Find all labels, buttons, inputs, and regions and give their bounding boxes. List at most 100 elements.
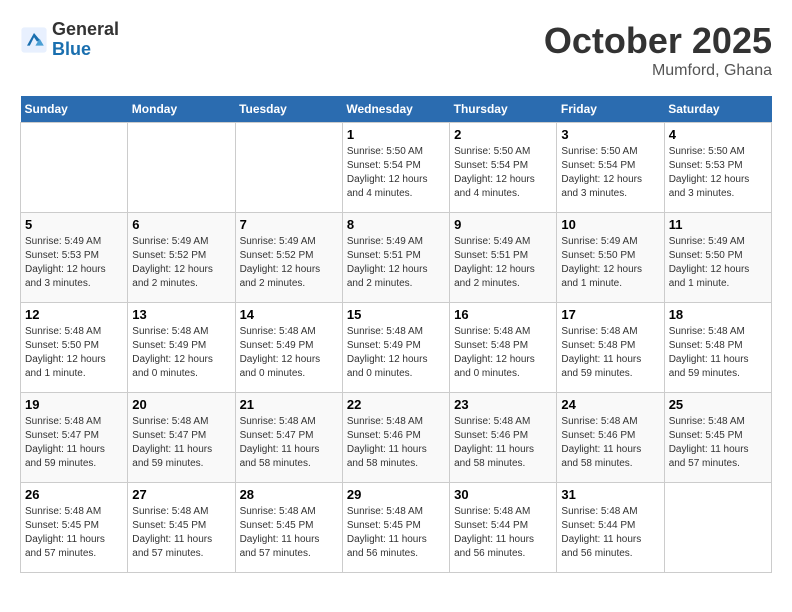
day-number: 7 (240, 217, 338, 232)
day-number: 8 (347, 217, 445, 232)
calendar-cell: 31Sunrise: 5:48 AM Sunset: 5:44 PM Dayli… (557, 483, 664, 573)
day-info: Sunrise: 5:49 AM Sunset: 5:50 PM Dayligh… (561, 235, 659, 291)
calendar-cell: 17 Sunrise: 5:48 AM Sunset: 5:48 PM Dayli… (557, 303, 664, 393)
calendar-cell: 2 Sunrise: 5:50 AM Sunset: 5:54 PM Daylig… (450, 123, 557, 213)
location: Mumford, Ghana (544, 62, 772, 80)
calendar-cell: 28 Sunrise: 5:48 AM Sunset: 5:45 PM Dayli… (235, 483, 342, 573)
day-info: Sunrise: 5:48 AM Sunset: 5:45 PM Dayligh… (347, 505, 445, 561)
day-info: Sunrise: 5:49 AM Sunset: 5:51 PM Dayligh… (347, 235, 445, 291)
day-info: Sunrise: 5:48 AM Sunset: 5:49 PM Dayligh… (240, 325, 338, 381)
calendar-week-2: 5Sunrise: 5:49 AM Sunset: 5:53 PM Daylig… (21, 213, 772, 303)
calendar-cell: 25 Sunrise: 5:48 AM Sunset: 5:45 PM Dayli… (664, 393, 771, 483)
header-monday: Monday (128, 96, 235, 123)
day-number: 18 (669, 307, 767, 322)
day-info: Sunrise: 5:48 AM Sunset: 5:47 PM Dayligh… (240, 415, 338, 471)
header-wednesday: Wednesday (342, 96, 449, 123)
day-number: 2 (454, 127, 552, 142)
day-info: Sunrise: 5:48 AM Sunset: 5:49 PM Dayligh… (347, 325, 445, 381)
logo-general-text: General (52, 20, 119, 40)
logo-blue-text: Blue (52, 40, 119, 60)
day-info: Sunrise: 5:48 AM Sunset: 5:50 PM Dayligh… (25, 325, 123, 381)
day-number: 9 (454, 217, 552, 232)
day-info: Sunrise: 5:48 AM Sunset: 5:45 PM Dayligh… (25, 505, 123, 561)
day-number: 16 (454, 307, 552, 322)
calendar-cell (664, 483, 771, 573)
calendar-week-3: 12 Sunrise: 5:48 AM Sunset: 5:50 PM Dayli… (21, 303, 772, 393)
calendar-cell: 5Sunrise: 5:49 AM Sunset: 5:53 PM Daylig… (21, 213, 128, 303)
day-info: Sunrise: 5:48 AM Sunset: 5:45 PM Dayligh… (132, 505, 230, 561)
day-info: Sunrise: 5:48 AM Sunset: 5:45 PM Dayligh… (669, 415, 767, 471)
calendar-cell: 8 Sunrise: 5:49 AM Sunset: 5:51 PM Daylig… (342, 213, 449, 303)
header-friday: Friday (557, 96, 664, 123)
day-number: 24 (561, 397, 659, 412)
calendar-cell: 18 Sunrise: 5:48 AM Sunset: 5:48 PM Dayli… (664, 303, 771, 393)
day-info: Sunrise: 5:48 AM Sunset: 5:46 PM Dayligh… (347, 415, 445, 471)
calendar-cell: 10 Sunrise: 5:49 AM Sunset: 5:50 PM Dayli… (557, 213, 664, 303)
calendar-week-1: 1 Sunrise: 5:50 AM Sunset: 5:54 PM Daylig… (21, 123, 772, 213)
calendar-week-4: 19 Sunrise: 5:48 AM Sunset: 5:47 PM Dayli… (21, 393, 772, 483)
header-thursday: Thursday (450, 96, 557, 123)
day-number: 10 (561, 217, 659, 232)
day-number: 19 (25, 397, 123, 412)
day-info: Sunrise: 5:48 AM Sunset: 5:48 PM Dayligh… (669, 325, 767, 381)
calendar-cell: 16 Sunrise: 5:48 AM Sunset: 5:48 PM Dayli… (450, 303, 557, 393)
logo: General Blue (20, 20, 119, 60)
day-number: 30 (454, 487, 552, 502)
day-number: 27 (132, 487, 230, 502)
day-number: 29 (347, 487, 445, 502)
day-info: Sunrise: 5:50 AM Sunset: 5:54 PM Dayligh… (347, 145, 445, 201)
day-info: Sunrise: 5:48 AM Sunset: 5:47 PM Dayligh… (25, 415, 123, 471)
calendar-cell (235, 123, 342, 213)
header-saturday: Saturday (664, 96, 771, 123)
calendar-cell: 14Sunrise: 5:48 AM Sunset: 5:49 PM Dayli… (235, 303, 342, 393)
calendar-cell: 24 Sunrise: 5:48 AM Sunset: 5:46 PM Dayli… (557, 393, 664, 483)
day-info: Sunrise: 5:48 AM Sunset: 5:45 PM Dayligh… (240, 505, 338, 561)
day-number: 23 (454, 397, 552, 412)
calendar-cell: 12 Sunrise: 5:48 AM Sunset: 5:50 PM Dayli… (21, 303, 128, 393)
header-tuesday: Tuesday (235, 96, 342, 123)
day-number: 11 (669, 217, 767, 232)
day-number: 28 (240, 487, 338, 502)
calendar-cell: 30 Sunrise: 5:48 AM Sunset: 5:44 PM Dayli… (450, 483, 557, 573)
calendar-cell: 13 Sunrise: 5:48 AM Sunset: 5:49 PM Dayli… (128, 303, 235, 393)
day-info: Sunrise: 5:48 AM Sunset: 5:46 PM Dayligh… (454, 415, 552, 471)
day-number: 4 (669, 127, 767, 142)
day-info: Sunrise: 5:48 AM Sunset: 5:46 PM Dayligh… (561, 415, 659, 471)
day-info: Sunrise: 5:49 AM Sunset: 5:50 PM Dayligh… (669, 235, 767, 291)
day-number: 25 (669, 397, 767, 412)
calendar-cell (128, 123, 235, 213)
calendar-cell: 21Sunrise: 5:48 AM Sunset: 5:47 PM Dayli… (235, 393, 342, 483)
day-info: Sunrise: 5:48 AM Sunset: 5:48 PM Dayligh… (454, 325, 552, 381)
calendar-header-row: SundayMondayTuesdayWednesdayThursdayFrid… (21, 96, 772, 123)
calendar-cell (21, 123, 128, 213)
day-info: Sunrise: 5:48 AM Sunset: 5:44 PM Dayligh… (454, 505, 552, 561)
day-number: 22 (347, 397, 445, 412)
page-header: General Blue October 2025 Mumford, Ghana (20, 20, 772, 80)
calendar-cell: 4 Sunrise: 5:50 AM Sunset: 5:53 PM Daylig… (664, 123, 771, 213)
day-info: Sunrise: 5:48 AM Sunset: 5:48 PM Dayligh… (561, 325, 659, 381)
day-info: Sunrise: 5:50 AM Sunset: 5:54 PM Dayligh… (561, 145, 659, 201)
day-number: 3 (561, 127, 659, 142)
day-number: 26 (25, 487, 123, 502)
day-info: Sunrise: 5:49 AM Sunset: 5:52 PM Dayligh… (240, 235, 338, 291)
day-number: 20 (132, 397, 230, 412)
day-info: Sunrise: 5:50 AM Sunset: 5:53 PM Dayligh… (669, 145, 767, 201)
calendar-cell: 29 Sunrise: 5:48 AM Sunset: 5:45 PM Dayli… (342, 483, 449, 573)
day-number: 31 (561, 487, 659, 502)
day-info: Sunrise: 5:48 AM Sunset: 5:49 PM Dayligh… (132, 325, 230, 381)
calendar-table: SundayMondayTuesdayWednesdayThursdayFrid… (20, 96, 772, 573)
calendar-cell: 11 Sunrise: 5:49 AM Sunset: 5:50 PM Dayli… (664, 213, 771, 303)
calendar-cell: 19 Sunrise: 5:48 AM Sunset: 5:47 PM Dayli… (21, 393, 128, 483)
calendar-week-5: 26 Sunrise: 5:48 AM Sunset: 5:45 PM Dayli… (21, 483, 772, 573)
day-number: 13 (132, 307, 230, 322)
day-info: Sunrise: 5:50 AM Sunset: 5:54 PM Dayligh… (454, 145, 552, 201)
day-info: Sunrise: 5:49 AM Sunset: 5:52 PM Dayligh… (132, 235, 230, 291)
month-title: October 2025 Mumford, Ghana (544, 20, 772, 80)
calendar-cell: 9Sunrise: 5:49 AM Sunset: 5:51 PM Daylig… (450, 213, 557, 303)
day-number: 12 (25, 307, 123, 322)
calendar-cell: 7 Sunrise: 5:49 AM Sunset: 5:52 PM Daylig… (235, 213, 342, 303)
day-number: 1 (347, 127, 445, 142)
day-info: Sunrise: 5:48 AM Sunset: 5:47 PM Dayligh… (132, 415, 230, 471)
calendar-cell: 1 Sunrise: 5:50 AM Sunset: 5:54 PM Daylig… (342, 123, 449, 213)
day-number: 17 (561, 307, 659, 322)
